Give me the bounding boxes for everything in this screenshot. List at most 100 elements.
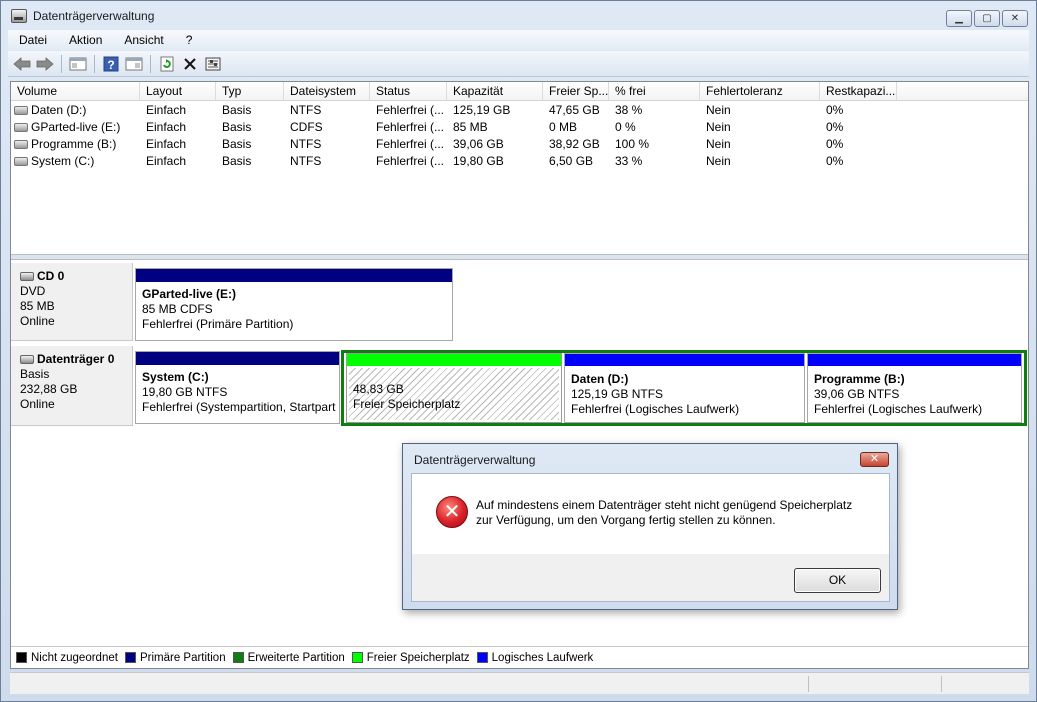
- partition-free-space[interactable]: 48,83 GB Freier Speicherplatz: [346, 353, 562, 423]
- table-row[interactable]: Programme (B:) Einfach Basis NTFS Fehler…: [11, 136, 1028, 153]
- legend-swatch: [476, 652, 488, 663]
- freier-speicher-cell: 0 MB: [549, 120, 578, 134]
- partition-detail: 85 MB CDFS: [142, 302, 213, 316]
- toolbar-separator: [150, 54, 151, 73]
- disk-status: Online: [20, 397, 55, 411]
- back-icon[interactable]: [12, 54, 32, 74]
- partition-daten[interactable]: Daten (D:) 125,19 GB NTFS Fehlerfrei (Lo…: [564, 353, 805, 423]
- main-window: Datenträgerverwaltung ▁ ▢ ✕ Datei Aktion…: [0, 0, 1037, 702]
- menu-help[interactable]: ?: [175, 33, 204, 47]
- dialog-message: Auf mindestens einem Datenträger steht n…: [476, 498, 876, 528]
- partition-info: Programme (B:) 39,06 GB NTFS Fehlerfrei …: [814, 372, 1019, 417]
- prozent-frei-cell: 33 %: [615, 154, 643, 168]
- properties-icon[interactable]: [124, 54, 144, 74]
- fehlertoleranz-cell: Nein: [706, 120, 731, 134]
- logical-drive-bar: [808, 354, 1021, 366]
- legend-swatch: [124, 652, 136, 663]
- legend-label: Freier Speicherplatz: [366, 651, 470, 664]
- fehlertoleranz-cell: Nein: [706, 154, 731, 168]
- prozent-frei-cell: 38 %: [615, 103, 643, 117]
- column-header-kapazitaet[interactable]: Kapazität: [447, 82, 543, 101]
- legend-item: Nicht zugeordnet: [16, 652, 118, 664]
- status-cell: Fehlerfrei (...: [376, 103, 445, 117]
- error-dialog: Datenträgerverwaltung ✕ ✕ Auf mindestens…: [402, 443, 898, 610]
- menu-bar: Datei Aktion Ansicht ?: [8, 30, 1029, 50]
- ok-button[interactable]: OK: [794, 568, 881, 593]
- volume-cell: System (C:): [11, 153, 140, 170]
- legend-swatch: [16, 652, 27, 663]
- free-space-bar: [347, 354, 561, 366]
- partition-gparted-live[interactable]: GParted-live (E:) 85 MB CDFS Fehlerfrei …: [135, 268, 453, 341]
- column-header-fehlertoleranz[interactable]: Fehlertoleranz: [700, 82, 820, 101]
- status-bar: [10, 672, 1029, 694]
- drive-icon: [14, 106, 28, 115]
- dateisystem-cell: NTFS: [290, 154, 322, 168]
- partition-info: System (C:) 19,80 GB NTFS Fehlerfrei (Sy…: [142, 370, 337, 415]
- delete-icon[interactable]: [180, 54, 200, 74]
- menu-aktion[interactable]: Aktion: [58, 33, 113, 47]
- partition-info: Daten (D:) 125,19 GB NTFS Fehlerfrei (Lo…: [571, 372, 802, 417]
- disk-label-cd0[interactable]: CD 0 DVD 85 MB Online: [11, 263, 133, 341]
- freier-speicher-cell: 47,65 GB: [549, 103, 600, 117]
- column-header-restkapazitaet[interactable]: Restkapazi...: [820, 82, 897, 101]
- legend-label: Nicht zugeordnet: [31, 651, 118, 664]
- typ-cell: Basis: [222, 137, 252, 151]
- settings-icon[interactable]: [203, 54, 223, 74]
- partition-status: Fehlerfrei (Logisches Laufwerk): [814, 402, 983, 416]
- close-button[interactable]: ✕: [1002, 10, 1028, 27]
- partition-status: Fehlerfrei (Primäre Partition): [142, 317, 294, 331]
- disk-type: Basis: [20, 367, 50, 381]
- error-icon: ✕: [436, 496, 468, 528]
- status-cell: Fehlerfrei (...: [376, 120, 445, 134]
- minimize-button[interactable]: ▁: [946, 10, 972, 27]
- partition-system[interactable]: System (C:) 19,80 GB NTFS Fehlerfrei (Sy…: [135, 351, 340, 424]
- table-row[interactable]: Daten (D:) Einfach Basis NTFS Fehlerfrei…: [11, 102, 1028, 119]
- table-row[interactable]: System (C:) Einfach Basis NTFS Fehlerfre…: [11, 153, 1028, 170]
- toolbar-separator: [61, 54, 62, 73]
- help-icon[interactable]: ?: [101, 54, 121, 74]
- dialog-title: Datenträgerverwaltung: [414, 453, 536, 467]
- column-header-status[interactable]: Status: [370, 82, 447, 101]
- restkapazitaet-cell: 0%: [826, 120, 844, 134]
- dialog-content: ✕ Auf mindestens einem Datenträger steht…: [411, 473, 890, 602]
- partition-status: Freier Speicherplatz: [353, 397, 461, 411]
- forward-icon[interactable]: [35, 54, 55, 74]
- primary-partition-bar: [136, 352, 339, 365]
- menu-ansicht[interactable]: Ansicht: [113, 33, 174, 47]
- disk-label-disk0[interactable]: Datenträger 0 Basis 232,88 GB Online: [11, 346, 133, 426]
- volume-cell: Daten (D:): [11, 102, 140, 119]
- column-header-volume[interactable]: Volume: [11, 82, 140, 101]
- legend-item: Logisches Laufwerk: [476, 652, 593, 664]
- column-header-freier-speicher[interactable]: Freier Sp...: [543, 82, 609, 101]
- partition-programme[interactable]: Programme (B:) 39,06 GB NTFS Fehlerfrei …: [807, 353, 1022, 423]
- table-row[interactable]: GParted-live (E:) Einfach Basis CDFS Feh…: [11, 119, 1028, 136]
- legend-swatch: [232, 652, 244, 663]
- legend: Nicht zugeordnet Primäre Partition Erwei…: [11, 646, 1028, 668]
- kapazitaet-cell: 125,19 GB: [453, 103, 511, 117]
- partition-detail: 39,06 GB NTFS: [814, 387, 900, 401]
- partition-detail: 19,80 GB NTFS: [142, 385, 228, 399]
- volume-name: Programme (B:): [31, 137, 117, 151]
- drive-icon: [14, 157, 28, 166]
- column-header-dateisystem[interactable]: Dateisystem: [284, 82, 370, 101]
- dialog-message-area: ✕ Auf mindestens einem Datenträger steht…: [412, 474, 889, 554]
- disk-size: 85 MB: [20, 299, 55, 313]
- cd-drive-icon: [20, 272, 34, 281]
- toolbar: ?: [8, 51, 1029, 77]
- kapazitaet-cell: 19,80 GB: [453, 154, 504, 168]
- volume-list: Volume Layout Typ Dateisystem Status Kap…: [11, 82, 1028, 254]
- partition-title: Daten (D:): [571, 372, 629, 386]
- legend-swatch: [351, 652, 363, 663]
- svg-text:?: ?: [107, 58, 114, 72]
- refresh-icon[interactable]: [157, 54, 177, 74]
- column-header-prozent-frei[interactable]: % frei: [609, 82, 700, 101]
- column-header-typ[interactable]: Typ: [216, 82, 284, 101]
- column-header-layout[interactable]: Layout: [140, 82, 216, 101]
- legend-item: Primäre Partition: [124, 652, 226, 664]
- maximize-button[interactable]: ▢: [974, 10, 1000, 27]
- volume-cell: GParted-live (E:): [11, 119, 140, 136]
- status-cell: Fehlerfrei (...: [376, 137, 445, 151]
- dialog-close-button[interactable]: ✕: [860, 452, 889, 467]
- show-hide-console-tree-icon[interactable]: [68, 54, 88, 74]
- menu-datei[interactable]: Datei: [8, 33, 58, 47]
